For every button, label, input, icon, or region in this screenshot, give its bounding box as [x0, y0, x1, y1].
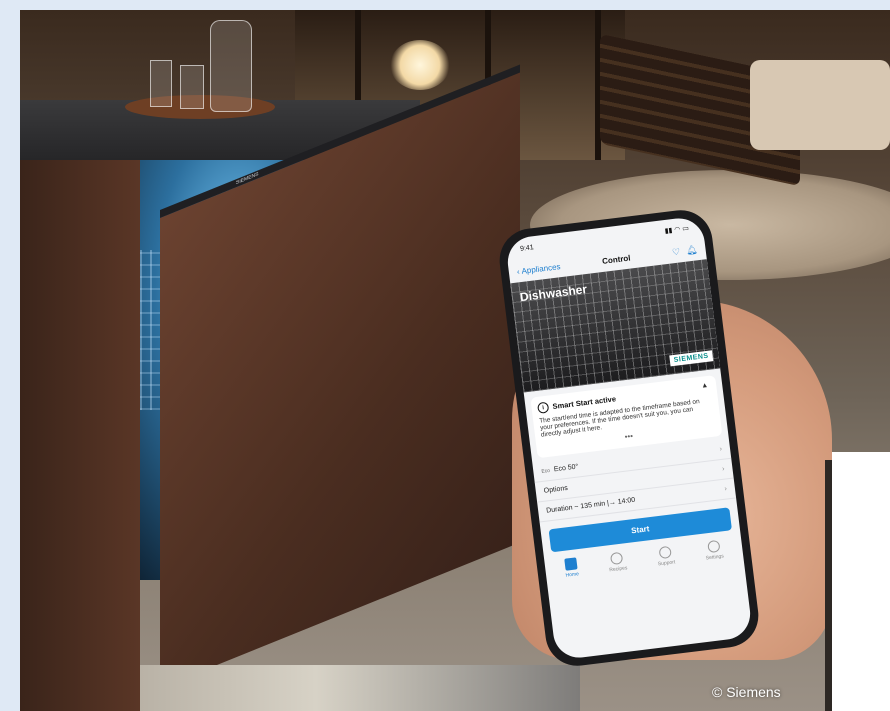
lamp	[390, 40, 450, 90]
duration-label: Duration ~ 135 min |→ 14:00	[545, 496, 636, 515]
status-time: 9:41	[519, 243, 535, 253]
brand-logo: SIEMENS	[669, 350, 714, 367]
options-label: Options	[543, 484, 569, 495]
tab-settings[interactable]: Settings	[704, 539, 725, 562]
lower-photo-strip	[140, 665, 580, 711]
chevron-right-icon: ›	[724, 485, 728, 493]
collapse-icon[interactable]: ▲	[701, 382, 709, 390]
tab-label: Recipes	[609, 565, 628, 574]
tab-label: Home	[565, 571, 580, 579]
tab-label: Settings	[705, 553, 725, 562]
sofa	[750, 60, 890, 150]
program-value: Eco 50°	[553, 463, 579, 474]
tab-label: Support	[657, 559, 676, 568]
drinking-glass	[150, 60, 172, 107]
appliance-name: Dishwasher	[519, 282, 588, 305]
chevron-right-icon: ›	[719, 445, 723, 454]
support-icon	[658, 545, 672, 560]
home-icon	[564, 557, 578, 571]
tab-recipes[interactable]: Recipes	[607, 551, 628, 574]
gear-icon	[706, 539, 721, 554]
kitchen-photo: SIEMENS	[20, 10, 890, 711]
bell-icon[interactable]: 🔔︎	[685, 244, 698, 256]
photo-credit: © Siemens	[712, 684, 781, 700]
drinking-glass	[180, 65, 204, 109]
program-prefix: Eco	[541, 467, 551, 475]
recipes-icon	[610, 551, 624, 566]
carafe	[210, 20, 252, 112]
tab-support[interactable]: Support	[656, 545, 676, 567]
cabinet	[20, 160, 140, 711]
tab-home[interactable]: Home	[564, 557, 580, 579]
info-icon: i	[537, 401, 550, 414]
signal-icon: ▮▮ ◠ ▭	[664, 225, 690, 236]
appliance-hero: Dishwasher SIEMENS	[510, 259, 721, 393]
phone-screen: 9:41 ▮▮ ◠ ▭ ‹ Appliances Control ♡ 🔔︎ Di…	[504, 215, 754, 661]
white-panel	[832, 452, 890, 711]
heart-icon[interactable]: ♡	[672, 246, 681, 258]
chevron-left-icon: ‹	[516, 266, 521, 276]
back-label: Appliances	[520, 261, 561, 276]
back-button[interactable]: ‹ Appliances	[516, 262, 561, 276]
chevron-right-icon: ›	[721, 465, 725, 473]
